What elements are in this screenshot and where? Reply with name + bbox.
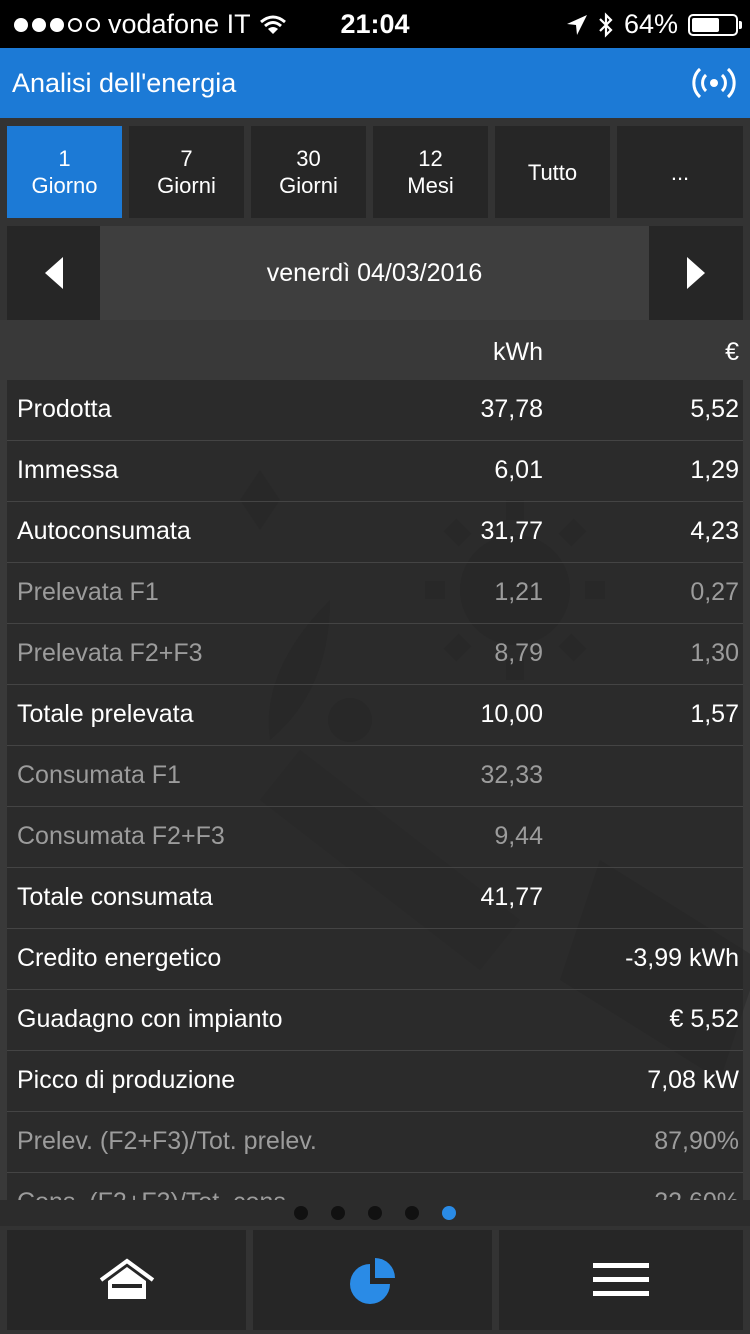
row-eur: 87,90% (654, 1127, 739, 1155)
app-header: Analisi dell'energia (0, 48, 750, 118)
period-tabs: 1 Giorno 7 Giorni 30 Giorni 12 Mesi Tutto ..… (0, 118, 750, 226)
location-arrow-icon (566, 14, 587, 35)
hamburger-menu-icon (593, 1263, 649, 1296)
row-eur: 22,60% (654, 1188, 739, 1200)
row-kwh: 31,77 (480, 517, 543, 545)
row-eur: 1,57 (690, 700, 739, 728)
tab-1-giorno[interactable]: 1 Giorno (7, 126, 122, 218)
row-label: Picco di produzione (17, 1066, 236, 1094)
page-indicator[interactable] (0, 1200, 750, 1226)
row-label: Prelevata F2+F3 (17, 639, 203, 667)
row-kwh: 8,79 (494, 639, 543, 667)
row-label: Immessa (17, 456, 119, 484)
bottom-tab-bar (0, 1226, 750, 1334)
table-row: Consumata F2+F3 9,44 (7, 807, 743, 868)
status-bar: vodafone IT 21:04 64% (0, 0, 750, 48)
tab-line2: Giorni (279, 173, 338, 198)
status-right: 64% (566, 9, 742, 40)
table-row: Prelev. (F2+F3)/Tot. prelev. 87,90% (7, 1112, 743, 1173)
row-kwh: 6,01 (494, 456, 543, 484)
home-button[interactable] (7, 1230, 246, 1330)
row-label: Prelev. (F2+F3)/Tot. prelev. (17, 1127, 317, 1155)
energy-table-area[interactable]: kWh € Prodotta 37,78 5,52 Immessa 6,01 1,29 … (0, 320, 750, 1200)
row-label: Consumata F1 (17, 761, 181, 789)
table-row: Guadagno con impianto € 5,52 (7, 990, 743, 1051)
tab-line2: Giorni (157, 173, 216, 198)
table-row: Immessa 6,01 1,29 (7, 441, 743, 502)
previous-day-button[interactable] (7, 226, 101, 320)
page-dot[interactable] (294, 1206, 308, 1220)
row-eur: 7,08 kW (647, 1066, 739, 1094)
page-dot[interactable] (405, 1206, 419, 1220)
row-kwh: 41,77 (480, 883, 543, 911)
table-row: Prodotta 37,78 5,52 (7, 380, 743, 441)
next-day-button[interactable] (649, 226, 743, 320)
table-row: Picco di produzione 7,08 kW (7, 1051, 743, 1112)
energy-rows: Prodotta 37,78 5,52 Immessa 6,01 1,29 Autoco… (7, 380, 743, 1200)
row-label: Consumata F2+F3 (17, 822, 225, 850)
row-label: Prodotta (17, 395, 112, 423)
tab-line2: Mesi (407, 173, 454, 198)
triangle-left-icon (45, 257, 63, 289)
pie-chart-icon (349, 1258, 395, 1304)
row-eur: 1,29 (690, 456, 739, 484)
table-row: Prelevata F2+F3 8,79 1,30 (7, 624, 743, 685)
tab-line1: ... (670, 159, 690, 185)
tab-line1: 30 (296, 146, 321, 171)
tab-tutto[interactable]: Tutto (495, 126, 610, 218)
row-kwh: 9,44 (494, 822, 543, 850)
row-eur: 0,27 (690, 578, 739, 606)
bluetooth-icon (599, 11, 613, 38)
tab-7-giorni[interactable]: 7 Giorni (129, 126, 244, 218)
tab-line1: 1 (58, 146, 71, 171)
tab-line1: 7 (180, 146, 193, 171)
table-row: Autoconsumata 31,77 4,23 (7, 502, 743, 563)
tab-line2: Giorno (31, 173, 98, 198)
battery-percent: 64% (623, 9, 678, 39)
tab-12-mesi[interactable]: 12 Mesi (373, 126, 488, 218)
row-eur: 1,30 (690, 639, 739, 667)
battery-icon (688, 13, 742, 36)
home-icon (99, 1258, 154, 1299)
table-row: Cons. (F2+F3)/Tot. cons. 22,60% (7, 1173, 743, 1200)
row-label: Totale prelevata (17, 700, 194, 728)
page-dot[interactable] (442, 1206, 456, 1220)
row-kwh: 10,00 (480, 700, 543, 728)
triangle-right-icon (687, 257, 705, 289)
analysis-button[interactable] (253, 1230, 492, 1330)
page-dot[interactable] (368, 1206, 382, 1220)
table-row: Credito energetico -3,99 kWh (7, 929, 743, 990)
row-eur: € 5,52 (669, 1005, 739, 1033)
page-dot[interactable] (331, 1206, 345, 1220)
tab-line1: Tutto (527, 159, 578, 185)
table-row: Totale consumata 41,77 (7, 868, 743, 929)
row-kwh: 37,78 (480, 395, 543, 423)
column-header-kwh: kWh (493, 338, 543, 366)
current-date: venerdì 04/03/2016 (100, 226, 649, 320)
table-row: Prelevata F1 1,21 0,27 (7, 563, 743, 624)
row-kwh: 1,21 (494, 578, 543, 606)
page-title: Analisi dell'energia (12, 68, 237, 98)
row-label: Prelevata F1 (17, 578, 159, 606)
date-navigator: venerdì 04/03/2016 (0, 226, 750, 320)
tab-line1: 12 (418, 146, 443, 171)
row-eur: -3,99 kWh (625, 944, 739, 972)
row-eur: 4,23 (690, 517, 739, 545)
tab-30-giorni[interactable]: 30 Giorni (251, 126, 366, 218)
row-label: Cons. (F2+F3)/Tot. cons. (17, 1188, 293, 1200)
table-row: Totale prelevata 10,00 1,57 (7, 685, 743, 746)
row-label: Guadagno con impianto (17, 1005, 283, 1033)
broadcast-icon[interactable] (692, 66, 736, 100)
row-eur: 5,52 (690, 395, 739, 423)
tab-more[interactable]: ... (617, 126, 743, 218)
column-header-eur: € (725, 338, 739, 366)
menu-button[interactable] (499, 1230, 743, 1330)
row-kwh: 32,33 (480, 761, 543, 789)
row-label: Totale consumata (17, 883, 213, 911)
row-label: Credito energetico (17, 944, 222, 972)
table-row: Consumata F1 32,33 (7, 746, 743, 807)
row-label: Autoconsumata (17, 517, 191, 545)
